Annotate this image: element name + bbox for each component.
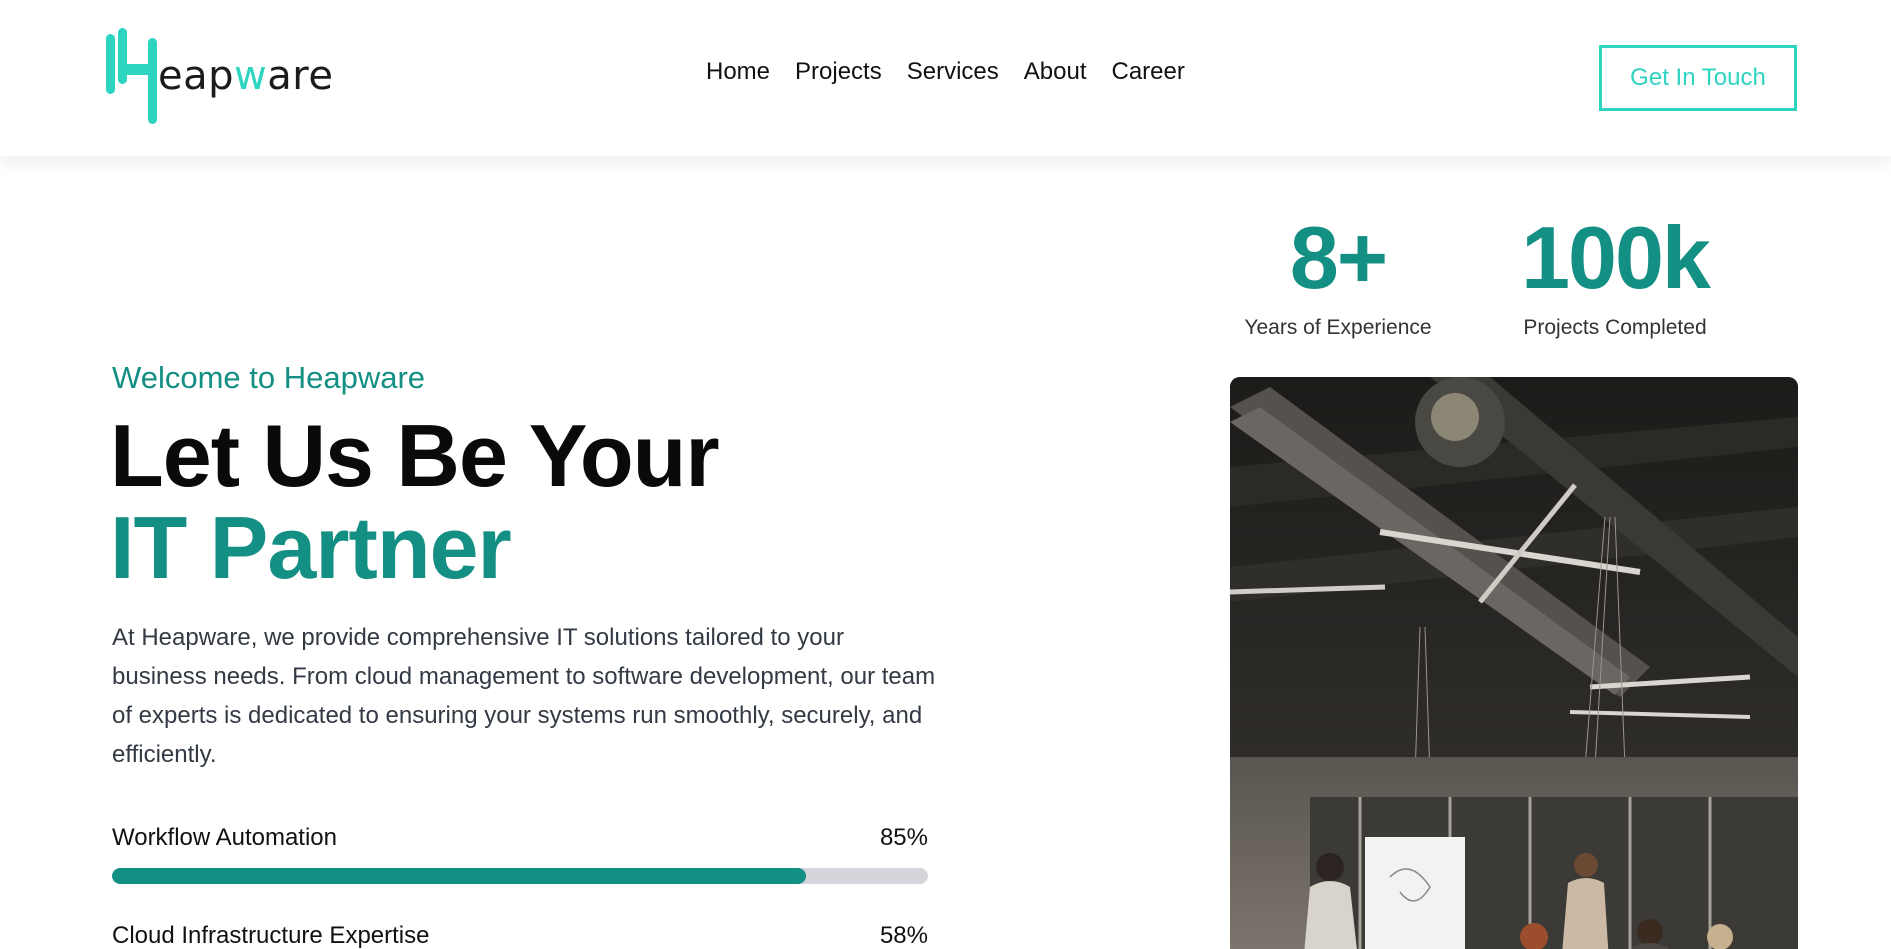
skill-percent: 58% [879,922,928,949]
nav-home[interactable]: Home [706,58,770,86]
nav-services[interactable]: Services [907,58,999,86]
office-meeting-photo [1230,377,1798,949]
skill-progress-fill [112,868,806,884]
skill-label: Cloud Infrastructure Expertise [112,922,430,949]
skill-progress-track [112,868,928,884]
nav-projects[interactable]: Projects [795,58,882,86]
main-nav: Home Projects Services About Career [706,58,1210,86]
get-in-touch-button[interactable]: Get In Touch [1599,45,1797,111]
nav-career[interactable]: Career [1111,58,1184,86]
skill-label: Workflow Automation [112,824,337,851]
headline-line-2: IT Partner [110,498,512,597]
site-header: eapware Home Projects Services About Car… [0,0,1891,156]
nav-about[interactable]: About [1024,58,1087,86]
skill-percent: 85% [879,824,928,851]
skill-cloud-infrastructure: Cloud Infrastructure Expertise 58% [112,922,928,949]
hero-headline: Let Us Be Your IT Partner [110,406,720,597]
stat-projects-completed: 100k Projects Completed [1495,214,1735,340]
stat-years-experience: 8+ Years of Experience [1226,214,1450,340]
headline-line-1: Let Us Be Your [110,406,720,505]
stat-label: Projects Completed [1523,316,1707,339]
office-meeting-image [1230,377,1798,949]
logo-wordmark: eapware [158,53,334,99]
stat-label: Years of Experience [1244,316,1432,339]
stat-value: 8+ [1289,208,1388,307]
logo-mark-icon [106,28,164,128]
heapware-logo[interactable]: eapware [106,28,336,128]
skill-workflow-automation: Workflow Automation 85% [112,824,928,884]
hero-description: At Heapware, we provide comprehensive IT… [112,624,936,768]
welcome-subtitle: Welcome to Heapware [112,360,426,395]
stat-value: 100k [1521,208,1711,307]
